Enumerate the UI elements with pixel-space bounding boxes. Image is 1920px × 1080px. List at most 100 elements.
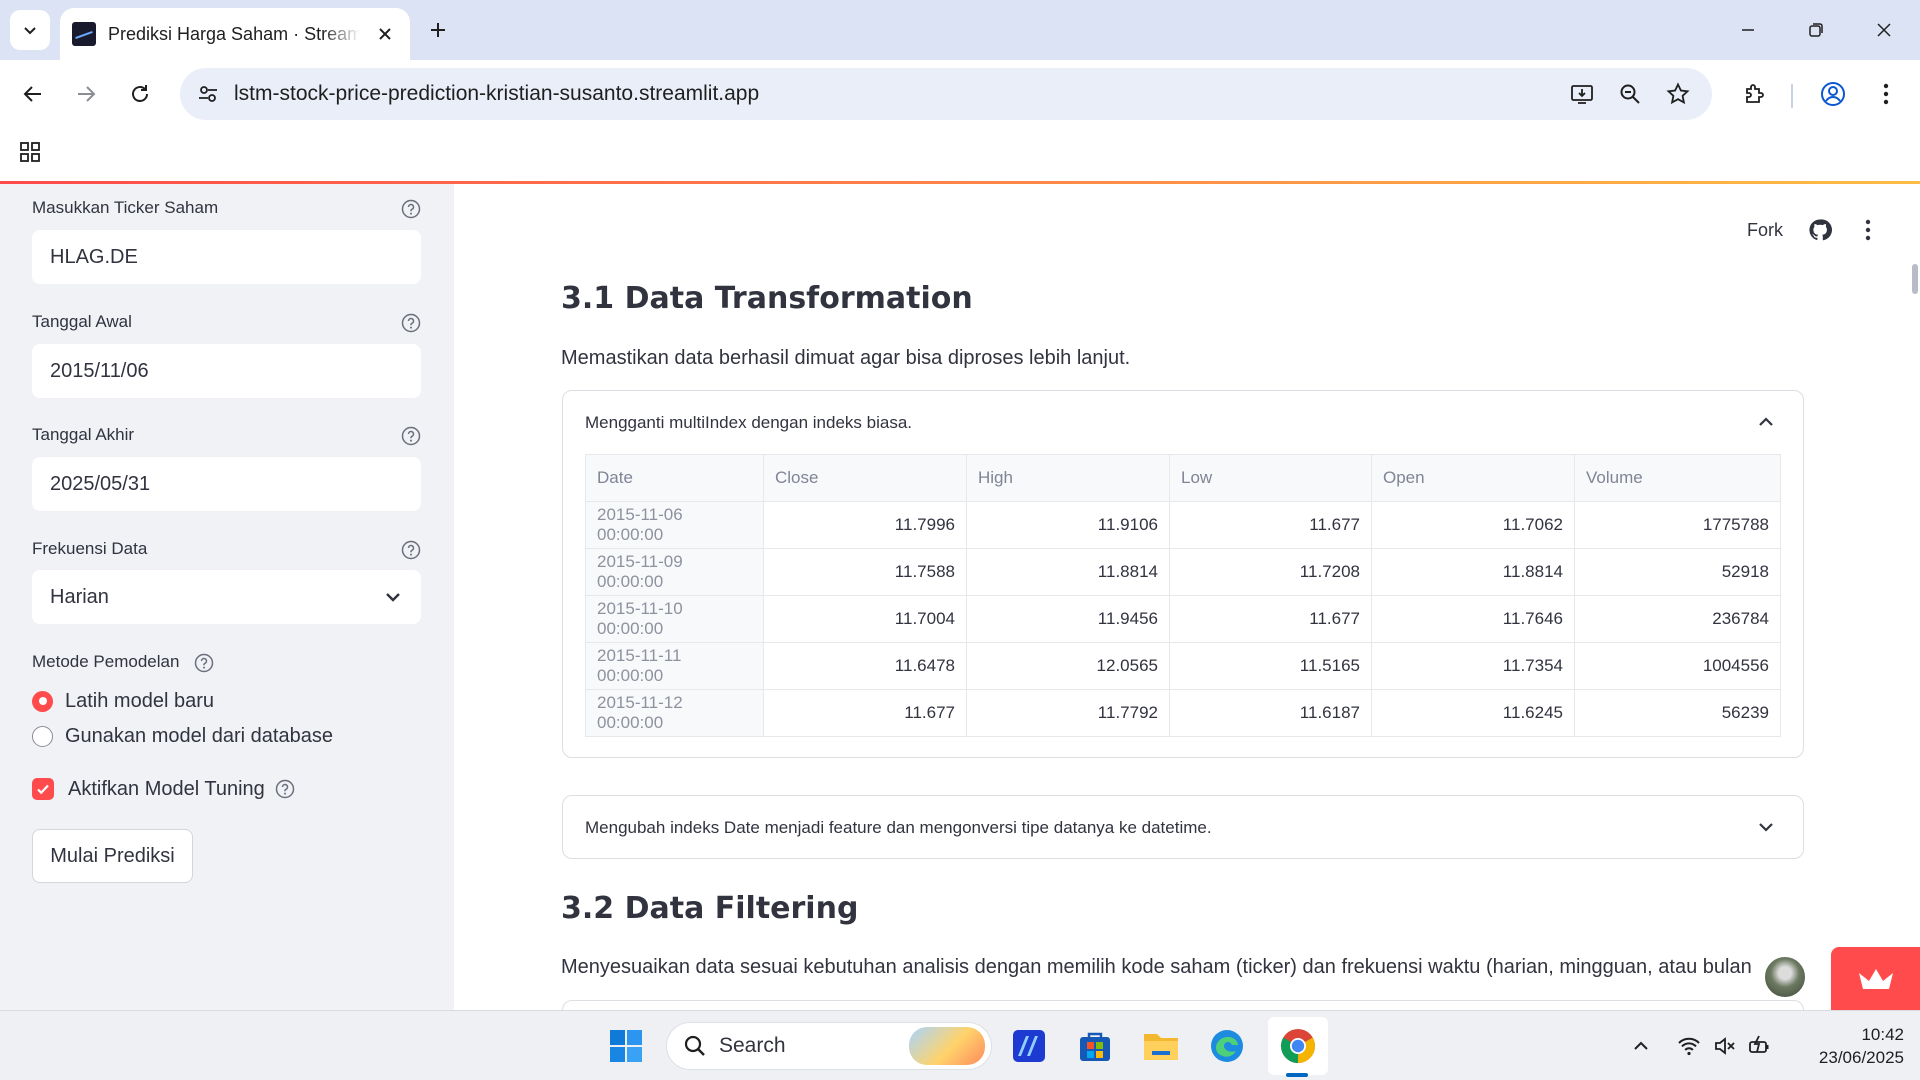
table-cell[interactable]: 11.7792 [966,689,1170,737]
taskbar-search[interactable]: Search [666,1022,992,1070]
tab-search-button[interactable] [10,10,50,50]
browser-menu-button[interactable] [1866,74,1906,114]
radio-button[interactable] [32,725,53,747]
table-cell[interactable]: 11.7004 [763,595,967,643]
table-cell-index[interactable]: 2015-11-09 00:00:00 [585,548,764,596]
frequency-select[interactable]: Harian [32,570,421,624]
table-cell[interactable]: 11.677 [763,689,967,737]
site-info-button[interactable] [188,74,228,114]
start-prediction-button[interactable]: Mulai Prediksi [32,829,193,883]
forward-button[interactable] [66,74,106,114]
new-tab-button[interactable] [422,14,454,46]
expander-date-feature[interactable]: Mengubah indeks Date menjadi feature dan… [562,795,1804,859]
taskbar-app-file-explorer[interactable] [1138,1023,1184,1069]
apps-grid-icon [20,142,40,162]
scrollbar-thumb[interactable] [1912,264,1918,294]
table-cell[interactable]: 11.7646 [1371,595,1575,643]
volume-status[interactable] [1712,1033,1738,1059]
taskbar-app-store[interactable] [1072,1023,1118,1069]
table-cell[interactable]: 11.5165 [1169,642,1372,690]
radio-train-new-model[interactable]: Latih model baru [32,687,214,715]
expander-header[interactable]: Mengganti multiIndex dengan indeks biasa… [585,413,912,433]
end-date-help-icon[interactable] [400,425,422,447]
start-date-help-icon[interactable] [400,312,422,334]
column-header[interactable]: Open [1371,454,1575,502]
start-button[interactable] [603,1023,649,1069]
end-date-input[interactable]: 2025/05/31 [32,457,421,511]
chevron-down-icon[interactable] [1755,816,1777,838]
install-app-button[interactable] [1562,74,1602,114]
expander-partial[interactable] [562,1000,1804,1010]
column-header[interactable]: High [966,454,1170,502]
tuning-help-icon[interactable] [275,779,295,799]
taskbar-app-m365[interactable] [1006,1023,1052,1069]
taskbar-app-chrome[interactable] [1275,1023,1321,1069]
table-cell[interactable]: 11.9106 [966,501,1170,549]
table-cell[interactable]: 11.7208 [1169,548,1372,596]
column-header[interactable]: Low [1169,454,1372,502]
extensions-button[interactable] [1734,74,1774,114]
expander-header[interactable]: Mengubah indeks Date menjadi feature dan… [585,818,1212,838]
reload-button[interactable] [120,74,160,114]
edge-icon [1211,1030,1243,1062]
github-icon[interactable] [1808,218,1832,242]
ticker-input[interactable]: HLAG.DE [32,230,421,284]
start-date-input[interactable]: 2015/11/06 [32,344,421,398]
tuning-checkbox-row[interactable]: Aktifkan Model Tuning [32,775,295,803]
show-hidden-icons-button[interactable] [1628,1033,1654,1059]
frequency-help-icon[interactable] [400,539,422,561]
address-bar[interactable]: lstm-stock-price-prediction-kristian-sus… [180,68,1712,120]
table-cell[interactable]: 11.8814 [966,548,1170,596]
back-button[interactable] [13,74,53,114]
table-cell[interactable]: 11.6478 [763,642,967,690]
chevron-up-icon[interactable] [1755,411,1777,433]
system-clock[interactable]: 10:42 23/06/2025 [1794,1023,1904,1069]
radio-button-selected[interactable] [32,690,53,712]
column-header[interactable]: Volume [1574,454,1781,502]
table-cell[interactable]: 11.7996 [763,501,967,549]
minimize-button[interactable] [1724,12,1772,48]
apps-button[interactable] [14,136,46,168]
tab-close-button[interactable] [372,21,398,47]
battery-status[interactable] [1747,1033,1773,1059]
bookmark-star-button[interactable] [1658,74,1698,114]
table-cell[interactable]: 236784 [1574,595,1781,643]
column-header[interactable]: Date [585,454,764,502]
table-cell-index[interactable]: 2015-11-11 00:00:00 [585,642,764,690]
table-cell[interactable]: 11.9456 [966,595,1170,643]
ticker-help-icon[interactable] [400,198,422,220]
table-cell[interactable]: 1004556 [1574,642,1781,690]
table-cell[interactable]: 11.6187 [1169,689,1372,737]
restore-button[interactable] [1792,12,1840,48]
fork-button[interactable]: Fork [1747,220,1783,241]
table-cell[interactable]: 11.7588 [763,548,967,596]
table-cell[interactable]: 56239 [1574,689,1781,737]
streamlit-badge[interactable] [1831,947,1920,1010]
section-desc-filtering: Menyesuaikan data sesuai kebutuhan anali… [561,956,1752,978]
column-header[interactable]: Close [763,454,967,502]
close-window-button[interactable] [1860,12,1908,48]
browser-tab-active[interactable]: Prediksi Harga Saham · Streamlit [60,8,410,60]
zoom-button[interactable] [1610,74,1650,114]
table-cell[interactable]: 11.677 [1169,501,1372,549]
url-text[interactable]: lstm-stock-price-prediction-kristian-sus… [234,82,759,106]
wifi-status[interactable] [1676,1033,1702,1059]
table-cell[interactable]: 11.677 [1169,595,1372,643]
table-cell[interactable]: 1775788 [1574,501,1781,549]
table-cell[interactable]: 52918 [1574,548,1781,596]
table-cell-index[interactable]: 2015-11-06 00:00:00 [585,501,764,549]
taskbar-app-edge[interactable] [1204,1023,1250,1069]
table-cell[interactable]: 11.7062 [1371,501,1575,549]
user-avatar[interactable] [1763,955,1807,999]
table-cell[interactable]: 11.6245 [1371,689,1575,737]
tuning-checkbox[interactable] [32,778,54,800]
table-cell[interactable]: 11.8814 [1371,548,1575,596]
radio-use-database-model[interactable]: Gunakan model dari database [32,722,333,750]
profile-button[interactable] [1813,74,1853,114]
table-cell[interactable]: 12.0565 [966,642,1170,690]
table-cell-index[interactable]: 2015-11-12 00:00:00 [585,689,764,737]
method-help-icon[interactable] [193,652,215,674]
table-cell[interactable]: 11.7354 [1371,642,1575,690]
app-menu-button[interactable] [1856,218,1880,242]
table-cell-index[interactable]: 2015-11-10 00:00:00 [585,595,764,643]
